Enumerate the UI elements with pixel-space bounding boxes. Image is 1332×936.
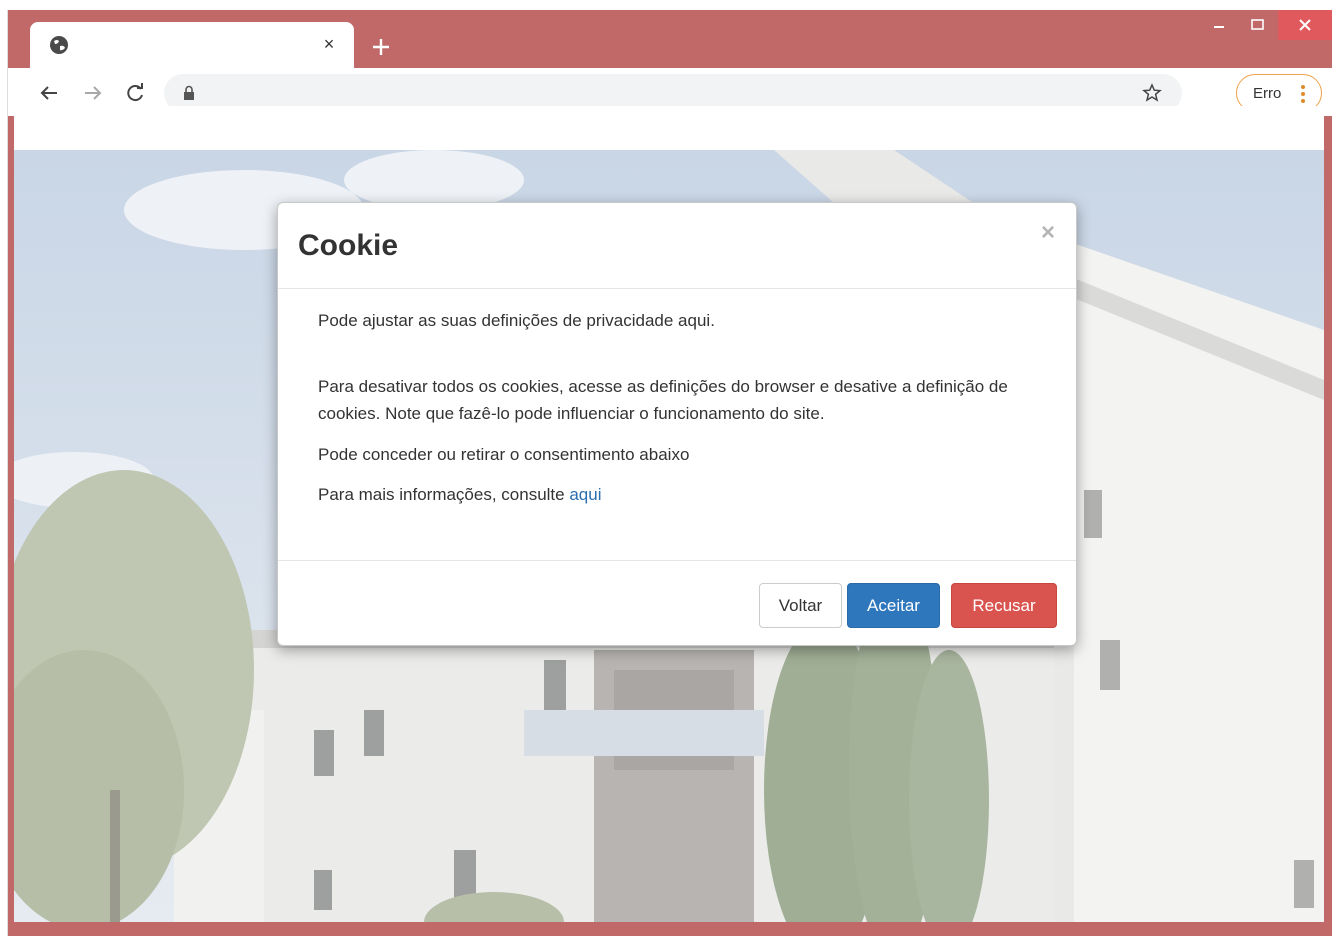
title-bar: × — [8, 10, 1332, 68]
modal-close-button[interactable]: × — [1036, 219, 1060, 247]
more-info-prefix: Para mais informações, consulte — [318, 485, 570, 504]
star-icon[interactable] — [1142, 83, 1162, 103]
accept-button[interactable]: Aceitar — [847, 583, 940, 628]
back-button[interactable]: Voltar — [759, 583, 842, 628]
consent-text: Pode conceder ou retirar o consentimento… — [318, 445, 690, 464]
refuse-button[interactable]: Recusar — [951, 583, 1057, 628]
more-info-text: Para mais informações, consulte aqui — [318, 481, 1038, 508]
more-info-link[interactable]: aqui — [569, 485, 601, 504]
minimize-icon[interactable] — [1200, 10, 1238, 40]
globe-icon — [50, 36, 68, 54]
lock-icon[interactable] — [182, 85, 196, 101]
modal-header: Cookie × — [278, 203, 1076, 289]
error-label: Erro — [1253, 85, 1282, 102]
arrow-left-icon[interactable] — [34, 78, 64, 108]
three-dots-icon[interactable] — [1299, 83, 1307, 105]
reload-icon[interactable] — [120, 78, 150, 108]
new-tab-button[interactable] — [366, 32, 396, 62]
disable-cookies-text: Para desativar todos os cookies, acesse … — [318, 377, 1008, 423]
tab-close-button[interactable]: × — [316, 31, 342, 57]
maximize-icon[interactable] — [1238, 10, 1276, 40]
close-icon[interactable] — [1278, 10, 1332, 40]
desktop-strip — [0, 0, 1332, 10]
modal-title: Cookie — [298, 229, 399, 262]
modal-footer: Voltar Aceitar Recusar — [278, 560, 1076, 646]
privacy-settings-text: Pode ajustar as suas definições de priva… — [318, 311, 715, 330]
page-header-blank — [14, 106, 1324, 150]
arrow-right-icon[interactable] — [78, 78, 108, 108]
cookie-modal: Cookie × Pode ajustar as suas definições… — [277, 202, 1077, 646]
browser-tab[interactable]: × — [30, 22, 354, 68]
desktop-edge — [0, 10, 8, 936]
